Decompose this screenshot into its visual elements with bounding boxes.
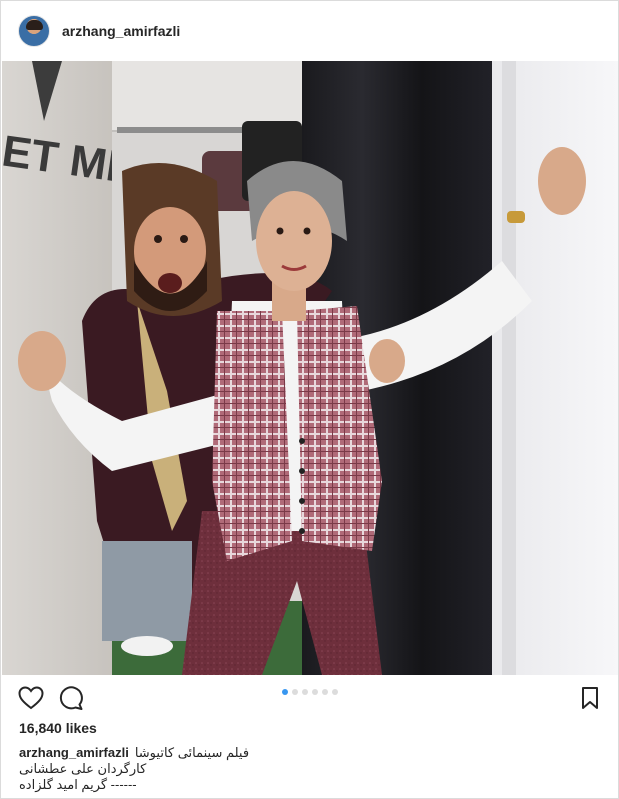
carousel-dot[interactable]: [332, 689, 338, 695]
bookmark-icon[interactable]: [577, 686, 603, 710]
post-header: arzhang_amirfazli: [1, 1, 618, 61]
like-count[interactable]: 16,840 likes: [19, 720, 97, 736]
post-photo[interactable]: ET MEN: [2, 61, 618, 675]
carousel-dot[interactable]: [302, 689, 308, 695]
carousel-dot[interactable]: [312, 689, 318, 695]
post-caption: arzhang_amirfazli فیلم سینمائی کاتیوشا ک…: [19, 745, 609, 793]
carousel-dot[interactable]: [282, 689, 288, 695]
instagram-post: arzhang_amirfazli ET MEN 16,840 likes ar…: [0, 0, 619, 799]
caption-text-line3: ------ گریم امید گلزاده: [19, 777, 137, 792]
action-bar: [1, 676, 618, 720]
post-username[interactable]: arzhang_amirfazli: [62, 23, 180, 39]
carousel-dot[interactable]: [322, 689, 328, 695]
carousel-indicator: [282, 689, 338, 695]
avatar[interactable]: [18, 15, 50, 47]
caption-username[interactable]: arzhang_amirfazli: [19, 745, 129, 761]
caption-text-line2: کارگردان علی عطشانی: [19, 761, 147, 776]
comment-icon[interactable]: [58, 686, 84, 710]
carousel-dot[interactable]: [292, 689, 298, 695]
caption-text-line1: فیلم سینمائی کاتیوشا: [134, 745, 250, 760]
heart-icon[interactable]: [18, 686, 44, 710]
